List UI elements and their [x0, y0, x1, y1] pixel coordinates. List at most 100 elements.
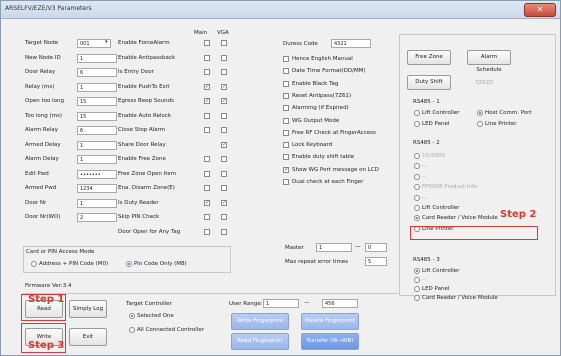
- main-checkbox[interactable]: [204, 40, 210, 46]
- master-from-input[interactable]: 1: [316, 243, 352, 252]
- rs485-2-label: Card Reader / Voice Module: [422, 215, 498, 222]
- field-input[interactable]: 1234: [77, 184, 117, 193]
- close-button[interactable]: ✕: [524, 3, 556, 17]
- field-input[interactable]: 15: [77, 97, 117, 106]
- main-checkbox[interactable]: [204, 199, 210, 206]
- rs485-2-radio[interactable]: [414, 194, 420, 201]
- option-label: Free Zone Open Item: [118, 170, 177, 177]
- option-checkbox[interactable]: [283, 68, 289, 75]
- pin-only-radio[interactable]: [126, 261, 132, 267]
- option-checkbox[interactable]: [283, 92, 289, 99]
- duty-shift-button[interactable]: Duty Shift: [407, 75, 451, 90]
- simply-log-button[interactable]: Simply Log: [69, 300, 107, 318]
- master-to-input[interactable]: 0: [365, 243, 387, 252]
- field-input[interactable]: 6: [77, 126, 117, 135]
- option-label: Door Open for Any Tag: [118, 228, 181, 235]
- vga-checkbox[interactable]: [221, 127, 227, 133]
- read-fingerprint-button[interactable]: Read Fingerprint: [231, 333, 289, 350]
- vga-checkbox[interactable]: [221, 214, 227, 220]
- field-input[interactable]: •••••••: [77, 169, 117, 179]
- duress-code-input[interactable]: 4321: [331, 39, 371, 48]
- rs485-2-radio[interactable]: [414, 153, 420, 159]
- main-checkbox[interactable]: [204, 170, 210, 177]
- option-checkbox[interactable]: [283, 166, 289, 173]
- option-label: Date Time Format(DD/MM): [292, 68, 366, 75]
- main-checkbox[interactable]: [204, 112, 210, 119]
- vga-checkbox[interactable]: [221, 228, 227, 235]
- vga-checkbox[interactable]: [221, 199, 227, 206]
- main-checkbox[interactable]: [204, 214, 210, 220]
- rs485-3-radio[interactable]: [414, 286, 420, 292]
- field-input[interactable]: 6: [77, 68, 117, 77]
- rs485-1-led-panel-radio[interactable]: [414, 121, 420, 127]
- rs485-2-label: Lift Controller: [422, 205, 460, 211]
- rs485-3-label: Lift Controller: [422, 268, 460, 274]
- vga-checkbox[interactable]: [221, 185, 227, 191]
- user-range-from-input[interactable]: 1: [263, 299, 299, 308]
- field-input[interactable]: 1: [77, 155, 117, 164]
- vga-checkbox[interactable]: [221, 112, 227, 119]
- option-checkbox[interactable]: [283, 80, 289, 87]
- vga-checkbox[interactable]: [221, 156, 227, 162]
- field-input[interactable]: 1: [77, 140, 117, 150]
- step3-label: Step 3: [28, 340, 65, 351]
- field-label: Open too long: [25, 98, 64, 104]
- option-checkbox[interactable]: [283, 105, 289, 112]
- rs485-1-title: RS485 - 1: [413, 99, 440, 105]
- vga-checkbox[interactable]: [221, 83, 227, 90]
- rs485-1-lift-controller-radio[interactable]: [414, 110, 420, 116]
- field-input[interactable]: 15: [77, 111, 117, 121]
- chevron-down-icon[interactable]: ▾: [105, 39, 108, 45]
- main-checkbox[interactable]: [204, 54, 210, 61]
- field-label: Too long (ms): [25, 112, 63, 119]
- address-pin-radio[interactable]: [31, 261, 37, 267]
- option-checkbox[interactable]: [283, 142, 289, 149]
- rs485-2-radio[interactable]: [414, 173, 420, 180]
- all-connected-radio[interactable]: [129, 327, 135, 333]
- field-input[interactable]: 1: [77, 82, 117, 92]
- vga-checkbox[interactable]: [221, 69, 227, 75]
- main-checkbox[interactable]: [204, 228, 210, 235]
- max-repeat-input[interactable]: 5: [365, 257, 387, 266]
- main-checkbox[interactable]: [204, 156, 210, 162]
- selected-one-radio[interactable]: [129, 313, 135, 319]
- option-checkbox[interactable]: [283, 154, 289, 161]
- vga-checkbox[interactable]: [221, 141, 227, 148]
- option-checkbox[interactable]: [283, 129, 289, 136]
- transfer-button[interactable]: Transfer (W→WB): [301, 333, 359, 350]
- rs485-3-radio[interactable]: [414, 295, 420, 301]
- option-checkbox[interactable]: [283, 179, 289, 185]
- vga-checkbox[interactable]: [221, 54, 227, 61]
- rs485-1-host-comm-radio[interactable]: [477, 110, 483, 116]
- field-input[interactable]: 1: [77, 198, 117, 208]
- option-checkbox[interactable]: [283, 56, 289, 62]
- main-checkbox[interactable]: [204, 69, 210, 75]
- all-connected-label: All Connected Controller: [137, 327, 204, 333]
- rs485-3-label: --: [422, 277, 426, 283]
- rs485-2-radio[interactable]: [414, 205, 420, 211]
- field-label: Armed Delay: [25, 141, 61, 148]
- field-input[interactable]: 2: [77, 213, 117, 222]
- user-range-to-input[interactable]: 456: [322, 299, 358, 308]
- field-label: Target Node: [25, 40, 59, 46]
- card-pin-mode-title: Card or PIN Access Mode: [26, 249, 95, 255]
- main-checkbox[interactable]: [204, 185, 210, 191]
- exit-button[interactable]: Exit: [69, 328, 107, 346]
- option-label: Is Duty Reader: [118, 199, 159, 206]
- main-checkbox[interactable]: [204, 97, 210, 104]
- rs485-3-radio[interactable]: [414, 268, 420, 274]
- main-checkbox[interactable]: [204, 127, 210, 133]
- option-checkbox[interactable]: [283, 117, 289, 124]
- rs485-3-radio[interactable]: [414, 277, 420, 283]
- vga-checkbox[interactable]: [221, 40, 227, 46]
- rs485-2-title: RS485 - 2: [413, 140, 440, 146]
- field-input[interactable]: 1: [77, 53, 117, 63]
- rs485-1-line-printer-radio[interactable]: [477, 121, 483, 127]
- vga-checkbox[interactable]: [221, 97, 227, 104]
- write-fingerprint-button[interactable]: Write Fingerprint: [231, 313, 289, 330]
- vga-checkbox[interactable]: [221, 170, 227, 177]
- alarm-schedule-button[interactable]: Alarm Schedule: [467, 50, 511, 73]
- main-checkbox[interactable]: [204, 83, 210, 90]
- free-zone-button[interactable]: Free Zone: [407, 50, 451, 65]
- delete-fingerprint-button[interactable]: Delete Fingerprint: [301, 313, 359, 330]
